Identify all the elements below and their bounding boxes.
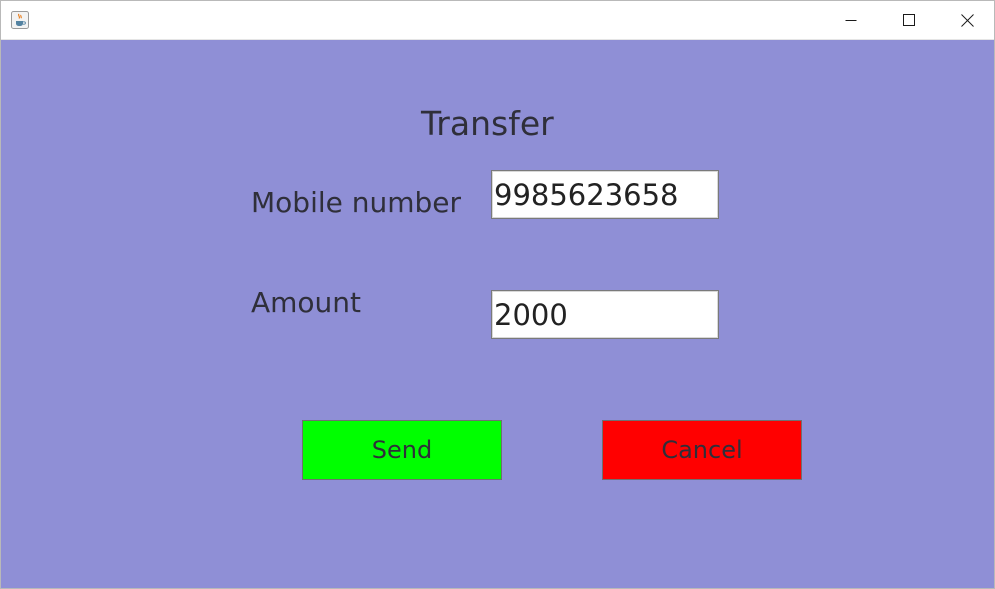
app-window: Transfer Mobile number Amount Send Cance… xyxy=(0,0,995,589)
maximize-button[interactable] xyxy=(880,1,938,39)
title-bar[interactable] xyxy=(1,1,994,40)
page-title: Transfer xyxy=(421,104,554,143)
amount-label: Amount xyxy=(251,286,362,319)
minimize-icon xyxy=(845,20,857,21)
close-button[interactable] xyxy=(938,1,995,39)
close-icon xyxy=(960,13,974,27)
mobile-number-field[interactable] xyxy=(491,170,719,219)
java-cup-icon[interactable] xyxy=(11,11,29,29)
mobile-number-label: Mobile number xyxy=(251,186,462,219)
amount-field[interactable] xyxy=(491,290,719,339)
send-button[interactable]: Send xyxy=(302,420,502,480)
transfer-panel: Transfer Mobile number Amount Send Cance… xyxy=(1,40,994,588)
maximize-icon xyxy=(903,14,915,26)
cancel-button[interactable]: Cancel xyxy=(602,420,802,480)
minimize-button[interactable] xyxy=(822,1,880,39)
